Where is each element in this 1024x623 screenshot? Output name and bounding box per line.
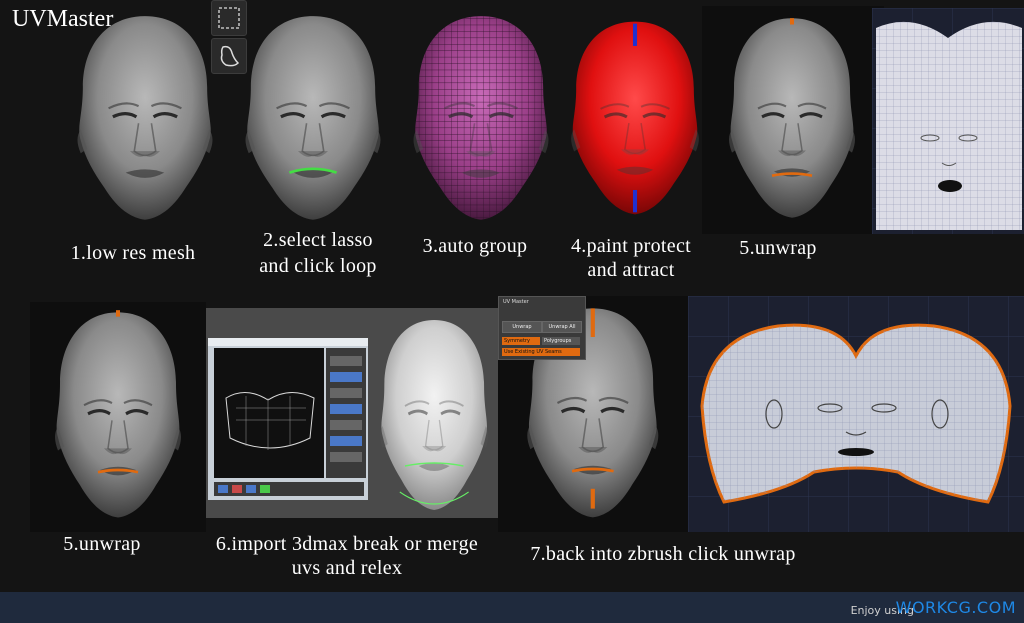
uv-master-panel: UV Master Unwrap Unwrap All Symmetry Pol… bbox=[498, 296, 586, 360]
caption-step4-line2: and attract bbox=[587, 259, 675, 281]
caption-step3: 3.auto group bbox=[422, 235, 528, 257]
caption-step6-line2: uvs and relex bbox=[291, 557, 403, 579]
caption-step2-line1: 2.select lasso bbox=[263, 229, 373, 251]
head-unwrap-second-image bbox=[30, 302, 206, 532]
footer-brand-link[interactable]: WORKCG.COM bbox=[896, 598, 1016, 617]
caption-step7: 7.back into zbrush click unwrap bbox=[530, 543, 796, 565]
uv-map-large-image bbox=[688, 296, 1024, 532]
caption-step1: 1.low res mesh bbox=[70, 242, 196, 264]
max-import-image bbox=[206, 308, 498, 518]
unwrap-all-button[interactable]: Unwrap All bbox=[542, 321, 582, 333]
caption-step4-line1: 4.paint protect bbox=[570, 235, 692, 257]
caption-step5b: 5.unwrap bbox=[63, 533, 141, 555]
symmetry-toggle[interactable]: Symmetry bbox=[502, 337, 540, 345]
head-autogroup-image bbox=[406, 8, 556, 230]
head-paint-image bbox=[564, 8, 706, 230]
head-unwrap-image bbox=[702, 6, 884, 234]
caption-step6-line1: 6.import 3dmax break or merge bbox=[215, 533, 479, 555]
head-lowres-image bbox=[70, 8, 220, 230]
use-existing-seams-toggle[interactable]: Use Existing UV Seams bbox=[502, 348, 580, 356]
uv-master-title: UV Master bbox=[503, 299, 529, 305]
head-lasso-image bbox=[238, 8, 388, 230]
caption-step2-line2: and click loop bbox=[259, 255, 377, 277]
unwrap-button[interactable]: Unwrap bbox=[502, 321, 542, 333]
uv-map-image bbox=[872, 8, 1024, 234]
polygroups-toggle[interactable]: Polygroups bbox=[542, 337, 580, 345]
caption-step5a: 5.unwrap bbox=[739, 237, 817, 259]
